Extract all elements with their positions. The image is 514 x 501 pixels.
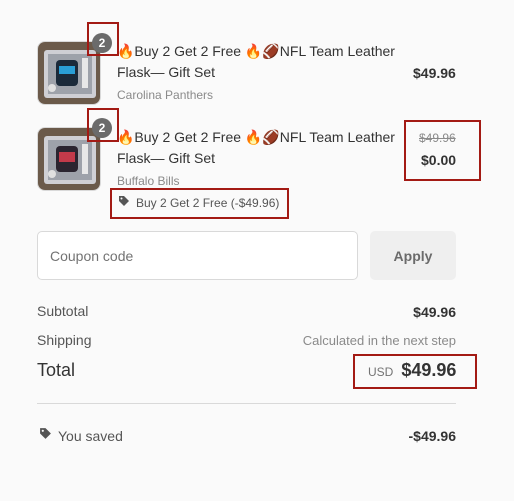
you-saved-label: You saved bbox=[58, 428, 123, 444]
price-highlight-box bbox=[404, 120, 481, 181]
original-price: $49.96 bbox=[419, 131, 456, 145]
product-title: 🔥Buy 2 Get 2 Free 🔥🏈NFL Team Leather Fla… bbox=[117, 127, 395, 169]
product-title-line1: 🔥Buy 2 Get 2 Free 🔥🏈NFL Team Leather bbox=[117, 43, 395, 59]
discount-label: Buy 2 Get 2 Free (-$49.96) bbox=[136, 195, 280, 210]
coupon-code-input[interactable] bbox=[37, 231, 358, 280]
total-amount: USD $49.96 bbox=[368, 360, 456, 381]
product-variant: Carolina Panthers bbox=[117, 88, 214, 102]
apply-coupon-button[interactable]: Apply bbox=[370, 231, 456, 280]
product-title-line1: 🔥Buy 2 Get 2 Free 🔥🏈NFL Team Leather bbox=[117, 129, 395, 145]
product-price: $49.96 bbox=[413, 65, 456, 81]
tag-icon bbox=[118, 195, 130, 210]
summary-divider bbox=[37, 403, 456, 404]
shipping-value: Calculated in the next step bbox=[302, 333, 456, 348]
quantity-highlight-box bbox=[87, 108, 119, 142]
total-value: $49.96 bbox=[401, 360, 457, 380]
shipping-label: Shipping bbox=[37, 332, 92, 348]
subtotal-value: $49.96 bbox=[413, 304, 456, 320]
product-title: 🔥Buy 2 Get 2 Free 🔥🏈NFL Team Leather Fla… bbox=[117, 41, 395, 83]
tag-icon bbox=[39, 427, 52, 445]
product-title-line2: Flask— Gift Set bbox=[117, 150, 216, 166]
product-title-line2: Flask— Gift Set bbox=[117, 64, 216, 80]
total-label: Total bbox=[37, 360, 76, 380]
quantity-highlight-box bbox=[87, 22, 119, 56]
subtotal-label: Subtotal bbox=[37, 303, 89, 319]
you-saved-value: -$49.96 bbox=[408, 428, 456, 444]
you-saved-row: You saved bbox=[39, 427, 123, 445]
currency-code: USD bbox=[368, 365, 394, 379]
discount-tag: Buy 2 Get 2 Free (-$49.96) bbox=[118, 195, 279, 210]
product-price: $0.00 bbox=[421, 152, 457, 168]
product-variant: Buffalo Bills bbox=[117, 174, 180, 188]
